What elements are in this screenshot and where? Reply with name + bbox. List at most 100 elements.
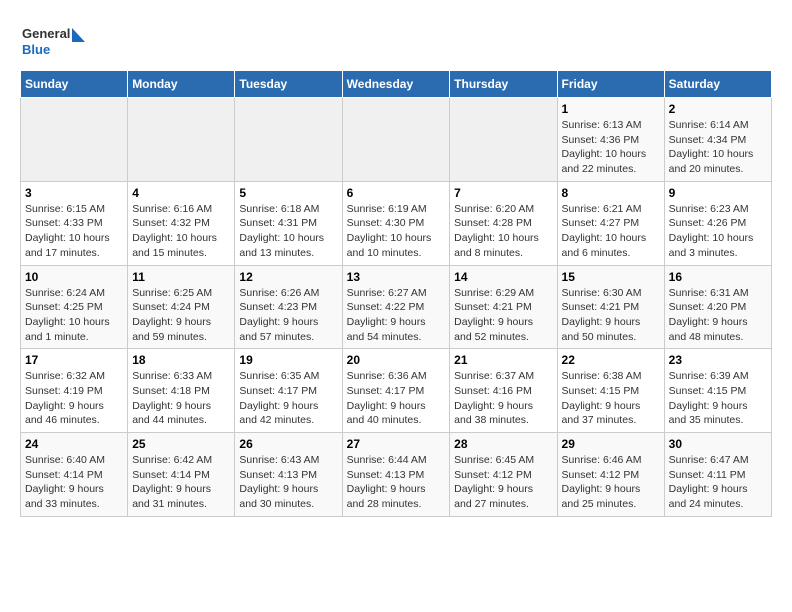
day-info: Sunrise: 6:14 AMSunset: 4:34 PMDaylight:… [669, 118, 767, 177]
calendar-cell: 19 Sunrise: 6:35 AMSunset: 4:17 PMDayligh… [235, 349, 342, 433]
day-number: 1 [562, 102, 660, 116]
calendar-cell [342, 98, 450, 182]
calendar-cell [128, 98, 235, 182]
calendar-cell [450, 98, 557, 182]
calendar-cell: 26 Sunrise: 6:43 AMSunset: 4:13 PMDayligh… [235, 433, 342, 517]
day-info: Sunrise: 6:25 AMSunset: 4:24 PMDaylight:… [132, 286, 230, 345]
header: GeneralBlue [20, 20, 772, 60]
day-info: Sunrise: 6:24 AMSunset: 4:25 PMDaylight:… [25, 286, 123, 345]
calendar-header-row: SundayMondayTuesdayWednesdayThursdayFrid… [21, 71, 772, 98]
day-number: 2 [669, 102, 767, 116]
calendar-cell: 14 Sunrise: 6:29 AMSunset: 4:21 PMDayligh… [450, 265, 557, 349]
day-number: 4 [132, 186, 230, 200]
day-number: 11 [132, 270, 230, 284]
day-number: 26 [239, 437, 337, 451]
day-info: Sunrise: 6:29 AMSunset: 4:21 PMDaylight:… [454, 286, 552, 345]
calendar-cell [21, 98, 128, 182]
day-info: Sunrise: 6:20 AMSunset: 4:28 PMDaylight:… [454, 202, 552, 261]
calendar-cell: 23Sunrise: 6:39 AMSunset: 4:15 PMDayligh… [664, 349, 771, 433]
calendar-cell: 11 Sunrise: 6:25 AMSunset: 4:24 PMDayligh… [128, 265, 235, 349]
day-number: 22 [562, 353, 660, 367]
day-number: 20 [347, 353, 446, 367]
day-info: Sunrise: 6:42 AMSunset: 4:14 PMDaylight:… [132, 453, 230, 512]
day-info: Sunrise: 6:36 AMSunset: 4:17 PMDaylight:… [347, 369, 446, 428]
calendar-cell: 2 Sunrise: 6:14 AMSunset: 4:34 PMDaylight… [664, 98, 771, 182]
calendar-cell: 6 Sunrise: 6:19 AMSunset: 4:30 PMDaylight… [342, 181, 450, 265]
day-number: 27 [347, 437, 446, 451]
day-info: Sunrise: 6:26 AMSunset: 4:23 PMDaylight:… [239, 286, 337, 345]
day-info: Sunrise: 6:27 AMSunset: 4:22 PMDaylight:… [347, 286, 446, 345]
day-number: 10 [25, 270, 123, 284]
day-number: 28 [454, 437, 552, 451]
calendar-cell: 15 Sunrise: 6:30 AMSunset: 4:21 PMDayligh… [557, 265, 664, 349]
day-number: 15 [562, 270, 660, 284]
day-info: Sunrise: 6:21 AMSunset: 4:27 PMDaylight:… [562, 202, 660, 261]
day-info: Sunrise: 6:18 AMSunset: 4:31 PMDaylight:… [239, 202, 337, 261]
header-thursday: Thursday [450, 71, 557, 98]
calendar-cell: 30Sunrise: 6:47 AMSunset: 4:11 PMDayligh… [664, 433, 771, 517]
day-number: 19 [239, 353, 337, 367]
day-number: 23 [669, 353, 767, 367]
calendar-cell: 29 Sunrise: 6:46 AMSunset: 4:12 PMDayligh… [557, 433, 664, 517]
calendar-cell [235, 98, 342, 182]
calendar-week-row: 1Sunrise: 6:13 AMSunset: 4:36 PMDaylight… [21, 98, 772, 182]
day-number: 9 [669, 186, 767, 200]
day-info: Sunrise: 6:35 AMSunset: 4:17 PMDaylight:… [239, 369, 337, 428]
day-number: 8 [562, 186, 660, 200]
calendar-cell: 27Sunrise: 6:44 AMSunset: 4:13 PMDayligh… [342, 433, 450, 517]
day-info: Sunrise: 6:23 AMSunset: 4:26 PMDaylight:… [669, 202, 767, 261]
day-number: 13 [347, 270, 446, 284]
day-info: Sunrise: 6:30 AMSunset: 4:21 PMDaylight:… [562, 286, 660, 345]
calendar-cell: 12 Sunrise: 6:26 AMSunset: 4:23 PMDayligh… [235, 265, 342, 349]
calendar-cell: 18 Sunrise: 6:33 AMSunset: 4:18 PMDayligh… [128, 349, 235, 433]
header-tuesday: Tuesday [235, 71, 342, 98]
header-wednesday: Wednesday [342, 71, 450, 98]
day-number: 5 [239, 186, 337, 200]
day-info: Sunrise: 6:40 AMSunset: 4:14 PMDaylight:… [25, 453, 123, 512]
day-number: 18 [132, 353, 230, 367]
calendar-cell: 8 Sunrise: 6:21 AMSunset: 4:27 PMDaylight… [557, 181, 664, 265]
calendar-cell: 28 Sunrise: 6:45 AMSunset: 4:12 PMDayligh… [450, 433, 557, 517]
calendar-cell: 22 Sunrise: 6:38 AMSunset: 4:15 PMDayligh… [557, 349, 664, 433]
calendar-week-row: 10 Sunrise: 6:24 AMSunset: 4:25 PMDayligh… [21, 265, 772, 349]
day-number: 29 [562, 437, 660, 451]
calendar-cell: 24 Sunrise: 6:40 AMSunset: 4:14 PMDayligh… [21, 433, 128, 517]
day-info: Sunrise: 6:32 AMSunset: 4:19 PMDaylight:… [25, 369, 123, 428]
day-info: Sunrise: 6:37 AMSunset: 4:16 PMDaylight:… [454, 369, 552, 428]
calendar-cell: 13 Sunrise: 6:27 AMSunset: 4:22 PMDayligh… [342, 265, 450, 349]
logo-svg: GeneralBlue [20, 20, 90, 60]
day-info: Sunrise: 6:46 AMSunset: 4:12 PMDaylight:… [562, 453, 660, 512]
day-info: Sunrise: 6:16 AMSunset: 4:32 PMDaylight:… [132, 202, 230, 261]
calendar-cell: 1Sunrise: 6:13 AMSunset: 4:36 PMDaylight… [557, 98, 664, 182]
day-number: 6 [347, 186, 446, 200]
calendar-cell: 10 Sunrise: 6:24 AMSunset: 4:25 PMDayligh… [21, 265, 128, 349]
day-info: Sunrise: 6:38 AMSunset: 4:15 PMDaylight:… [562, 369, 660, 428]
logo: GeneralBlue [20, 20, 90, 60]
calendar-cell: 7 Sunrise: 6:20 AMSunset: 4:28 PMDaylight… [450, 181, 557, 265]
calendar-cell: 17 Sunrise: 6:32 AMSunset: 4:19 PMDayligh… [21, 349, 128, 433]
calendar-cell: 20 Sunrise: 6:36 AMSunset: 4:17 PMDayligh… [342, 349, 450, 433]
day-info: Sunrise: 6:45 AMSunset: 4:12 PMDaylight:… [454, 453, 552, 512]
calendar-cell: 9 Sunrise: 6:23 AMSunset: 4:26 PMDaylight… [664, 181, 771, 265]
header-sunday: Sunday [21, 71, 128, 98]
calendar-cell: 16Sunrise: 6:31 AMSunset: 4:20 PMDayligh… [664, 265, 771, 349]
calendar-cell: 25Sunrise: 6:42 AMSunset: 4:14 PMDayligh… [128, 433, 235, 517]
day-number: 7 [454, 186, 552, 200]
day-number: 21 [454, 353, 552, 367]
calendar-week-row: 3 Sunrise: 6:15 AMSunset: 4:33 PMDaylight… [21, 181, 772, 265]
header-monday: Monday [128, 71, 235, 98]
day-info: Sunrise: 6:43 AMSunset: 4:13 PMDaylight:… [239, 453, 337, 512]
day-info: Sunrise: 6:47 AMSunset: 4:11 PMDaylight:… [669, 453, 767, 512]
day-number: 17 [25, 353, 123, 367]
calendar-week-row: 24 Sunrise: 6:40 AMSunset: 4:14 PMDayligh… [21, 433, 772, 517]
day-info: Sunrise: 6:15 AMSunset: 4:33 PMDaylight:… [25, 202, 123, 261]
day-number: 24 [25, 437, 123, 451]
header-friday: Friday [557, 71, 664, 98]
day-info: Sunrise: 6:31 AMSunset: 4:20 PMDaylight:… [669, 286, 767, 345]
day-number: 12 [239, 270, 337, 284]
day-number: 14 [454, 270, 552, 284]
calendar-cell: 5 Sunrise: 6:18 AMSunset: 4:31 PMDaylight… [235, 181, 342, 265]
day-info: Sunrise: 6:33 AMSunset: 4:18 PMDaylight:… [132, 369, 230, 428]
day-info: Sunrise: 6:19 AMSunset: 4:30 PMDaylight:… [347, 202, 446, 261]
day-number: 3 [25, 186, 123, 200]
